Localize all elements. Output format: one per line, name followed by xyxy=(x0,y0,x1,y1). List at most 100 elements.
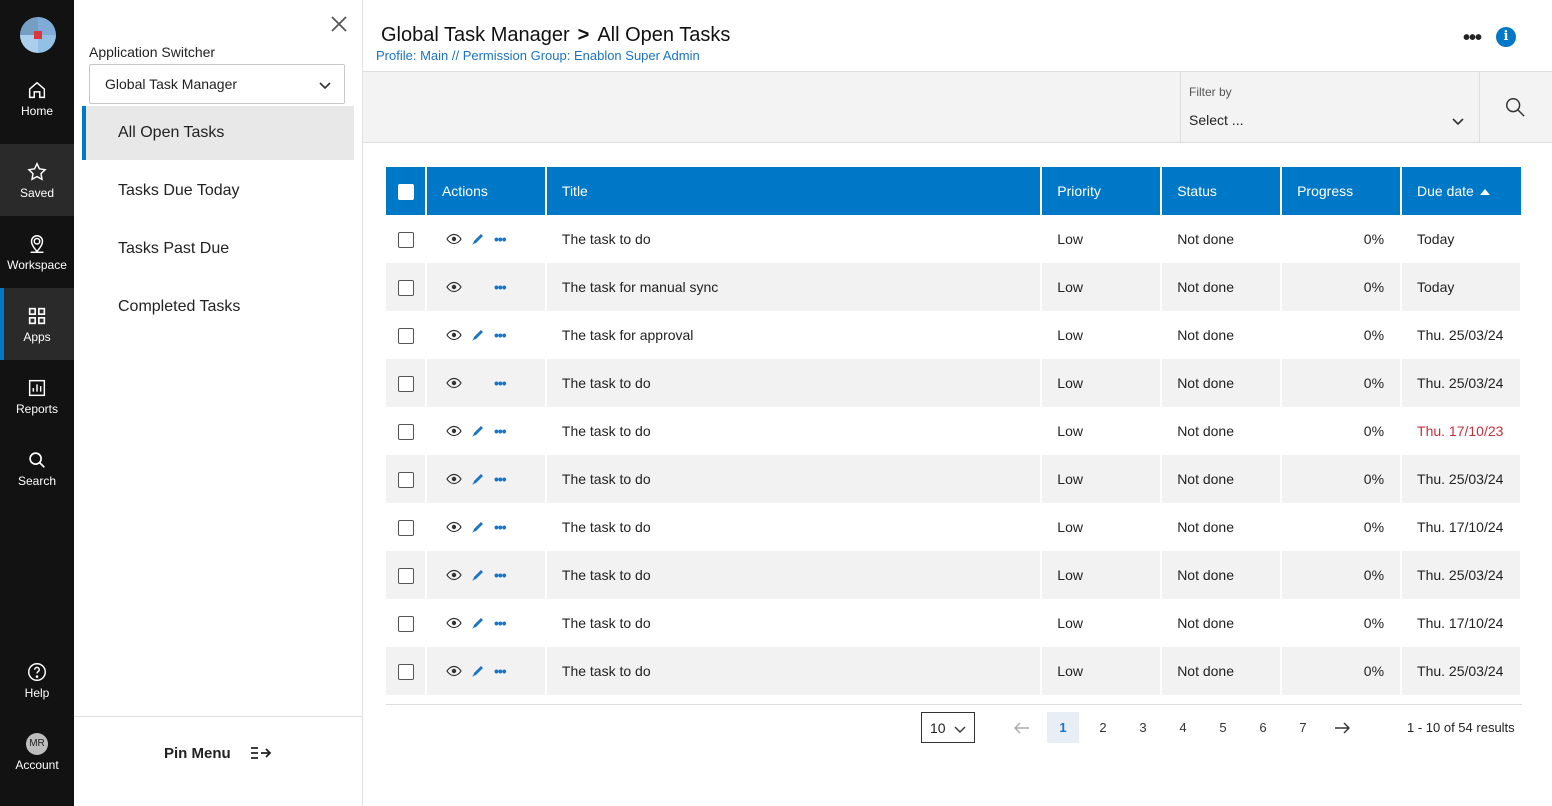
page-button-6[interactable]: 6 xyxy=(1247,712,1279,743)
filter-by-select[interactable]: Filter by Select ... xyxy=(1180,72,1480,142)
row-actions: ••• xyxy=(425,311,547,359)
rail-item-saved[interactable]: Saved xyxy=(0,144,74,216)
nav-item-tasks-due-today[interactable]: Tasks Due Today xyxy=(82,164,354,218)
table-row[interactable]: ••• The task to do Low Not done 0% Thu. 17/10… xyxy=(386,599,1522,647)
row-checkbox[interactable] xyxy=(398,471,414,488)
edit-icon[interactable] xyxy=(470,615,486,631)
view-icon[interactable] xyxy=(446,615,462,631)
view-icon[interactable] xyxy=(446,327,462,343)
row-actions: ••• xyxy=(425,455,547,503)
view-icon[interactable] xyxy=(446,471,462,487)
nav-item-completed-tasks[interactable]: Completed Tasks xyxy=(82,280,354,334)
more-options-icon[interactable]: ••• xyxy=(1463,27,1482,50)
view-icon[interactable] xyxy=(446,663,462,679)
edit-icon[interactable] xyxy=(470,663,486,679)
task-due-date: Thu. 25/03/24 xyxy=(1401,311,1522,359)
more-actions-icon[interactable]: ••• xyxy=(494,471,507,487)
edit-icon[interactable] xyxy=(470,519,486,535)
row-checkbox[interactable] xyxy=(398,375,414,392)
rail-item-account[interactable]: MR Account xyxy=(0,716,74,788)
view-icon[interactable] xyxy=(446,279,462,295)
nav-item-all-open-tasks[interactable]: All Open Tasks xyxy=(82,106,354,160)
pin-menu-button[interactable]: Pin Menu xyxy=(74,716,362,806)
edit-icon[interactable] xyxy=(470,471,486,487)
page-button-4[interactable]: 4 xyxy=(1167,712,1199,743)
more-actions-icon[interactable]: ••• xyxy=(494,519,507,535)
more-actions-icon[interactable]: ••• xyxy=(494,327,507,343)
close-icon[interactable] xyxy=(329,14,349,34)
table-row[interactable]: ••• The task to do Low Not done 0% Thu. 25/03… xyxy=(386,455,1522,503)
row-checkbox[interactable] xyxy=(398,519,414,536)
row-checkbox[interactable] xyxy=(398,663,414,680)
edit-icon[interactable] xyxy=(470,423,486,439)
task-priority: Low xyxy=(1041,407,1163,455)
view-icon[interactable] xyxy=(446,567,462,583)
info-icon[interactable]: i xyxy=(1496,27,1516,47)
table-row[interactable]: ••• The task to do Low Not done 0% Thu. 25/03… xyxy=(386,647,1522,695)
column-header-title[interactable]: Title xyxy=(545,167,1043,215)
table-row[interactable]: ••• The task for manual sync Low Not done 0%… xyxy=(386,263,1522,311)
rail-item-home[interactable]: Home xyxy=(0,62,74,134)
task-title[interactable]: The task for approval xyxy=(545,311,1043,359)
page-button-7[interactable]: 7 xyxy=(1287,712,1319,743)
rail-item-help[interactable]: Help xyxy=(0,644,74,716)
task-title[interactable]: The task to do xyxy=(545,359,1043,407)
nav-item-tasks-past-due[interactable]: Tasks Past Due xyxy=(82,222,354,276)
task-title[interactable]: The task to do xyxy=(545,551,1043,599)
edit-icon[interactable] xyxy=(470,327,486,343)
row-checkbox[interactable] xyxy=(398,327,414,344)
row-checkbox[interactable] xyxy=(398,423,414,440)
more-actions-icon[interactable]: ••• xyxy=(494,423,507,439)
search-icon[interactable] xyxy=(1504,96,1526,118)
column-header-priority[interactable]: Priority xyxy=(1041,167,1163,215)
view-icon[interactable] xyxy=(446,231,462,247)
page-button-5[interactable]: 5 xyxy=(1207,712,1239,743)
task-title[interactable]: The task to do xyxy=(545,407,1043,455)
rail-item-search[interactable]: Search xyxy=(0,432,74,504)
row-checkbox[interactable] xyxy=(398,279,414,296)
more-actions-icon[interactable]: ••• xyxy=(494,375,507,391)
view-icon[interactable] xyxy=(446,375,462,391)
page-button-3[interactable]: 3 xyxy=(1127,712,1159,743)
more-actions-icon[interactable]: ••• xyxy=(494,231,507,247)
row-checkbox[interactable] xyxy=(398,567,414,584)
row-checkbox[interactable] xyxy=(398,615,414,632)
table-row[interactable]: ••• The task for approval Low Not done 0% Thu… xyxy=(386,311,1522,359)
table-row[interactable]: ••• The task to do Low Not done 0% Thu. 17/10… xyxy=(386,407,1522,455)
prev-page-icon[interactable] xyxy=(1013,719,1031,737)
task-title[interactable]: The task to do xyxy=(545,215,1043,263)
next-page-icon[interactable] xyxy=(1333,719,1351,737)
rail-item-workspace[interactable]: Workspace xyxy=(0,216,74,288)
view-icon[interactable] xyxy=(446,519,462,535)
page-size-select[interactable]: 10 xyxy=(921,712,975,743)
column-header-due-date[interactable]: Due date xyxy=(1401,167,1521,215)
row-checkbox[interactable] xyxy=(398,231,414,248)
table-row[interactable]: ••• The task to do Low Not done 0% Thu. 25/03… xyxy=(386,359,1522,407)
app-switcher-select[interactable]: Global Task Manager xyxy=(89,64,345,104)
select-all-checkbox[interactable] xyxy=(398,183,414,200)
task-title[interactable]: The task to do xyxy=(545,599,1043,647)
edit-icon[interactable] xyxy=(470,567,486,583)
table-row[interactable]: ••• The task to do Low Not done 0% Thu. 25/03… xyxy=(386,551,1522,599)
page-button-1[interactable]: 1 xyxy=(1047,712,1079,743)
task-title[interactable]: The task to do xyxy=(545,647,1043,695)
task-title[interactable]: The task for manual sync xyxy=(545,263,1043,311)
column-header-status[interactable]: Status xyxy=(1161,167,1283,215)
page-button-2[interactable]: 2 xyxy=(1087,712,1119,743)
task-title[interactable]: The task to do xyxy=(545,455,1043,503)
breadcrumb-app[interactable]: Global Task Manager xyxy=(381,24,570,46)
more-actions-icon[interactable]: ••• xyxy=(494,663,507,679)
more-actions-icon[interactable]: ••• xyxy=(494,615,507,631)
task-due-date: Thu. 25/03/24 xyxy=(1401,359,1522,407)
view-icon[interactable] xyxy=(446,423,462,439)
app-logo[interactable] xyxy=(20,17,56,53)
table-row[interactable]: ••• The task to do Low Not done 0% Thu. 17/10… xyxy=(386,503,1522,551)
more-actions-icon[interactable]: ••• xyxy=(494,567,507,583)
edit-icon[interactable] xyxy=(470,231,486,247)
more-actions-icon[interactable]: ••• xyxy=(494,279,507,295)
rail-item-apps[interactable]: Apps xyxy=(0,288,74,360)
rail-item-reports[interactable]: Reports xyxy=(0,360,74,432)
table-row[interactable]: ••• The task to do Low Not done 0% Today xyxy=(386,215,1522,263)
task-title[interactable]: The task to do xyxy=(545,503,1043,551)
column-header-progress[interactable]: Progress xyxy=(1281,167,1403,215)
